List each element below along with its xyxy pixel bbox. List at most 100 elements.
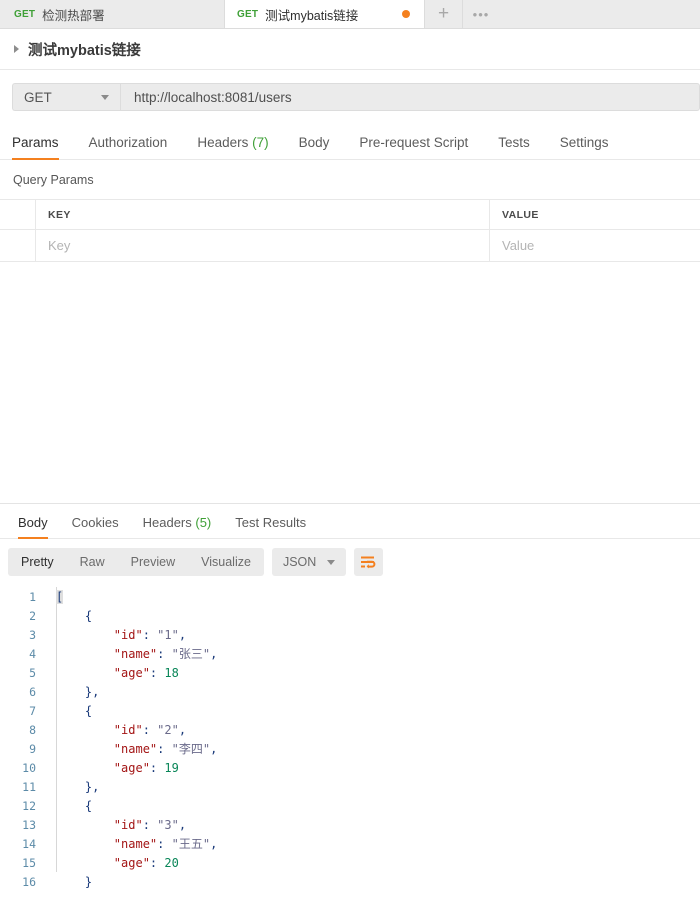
tab-label: Body: [298, 135, 330, 150]
line-number: 16: [22, 874, 36, 889]
code-line: 14 "name": "王五",: [0, 834, 700, 853]
request-tab-0[interactable]: GET 检测热部署: [0, 0, 225, 28]
response-tab-headers[interactable]: Headers (5): [143, 515, 212, 538]
line-number: 4: [29, 646, 36, 661]
tab-title: 测试mybatis链接: [265, 8, 359, 23]
view-mode-label: Pretty: [21, 555, 54, 569]
line-number: 3: [29, 627, 36, 642]
response-tab-cookies[interactable]: Cookies: [72, 515, 119, 538]
tab-headers[interactable]: Headers (7): [197, 135, 282, 159]
tab-body[interactable]: Body: [299, 135, 344, 159]
ellipsis-icon: •••: [472, 6, 490, 22]
response-body-code[interactable]: 1[2 {3 "id": "1", 4 "name": "张三", 5 "age":…: [0, 585, 700, 897]
row-checkbox-cell[interactable]: [0, 230, 36, 261]
tab-params[interactable]: Params: [12, 135, 73, 160]
code-text: "age": 19: [113, 760, 179, 775]
param-key-input[interactable]: Key: [48, 238, 70, 253]
code-line: 9 "name": "李四",: [0, 739, 700, 758]
tab-tests[interactable]: Tests: [498, 135, 544, 159]
code-text: "name": "王五",: [113, 837, 218, 851]
response-tab-body[interactable]: Body: [18, 515, 48, 539]
format-label: JSON: [282, 555, 317, 569]
line-number: 14: [22, 836, 36, 851]
response-tab-test-results[interactable]: Test Results: [235, 515, 306, 538]
unsaved-changes-dot-icon: [402, 10, 410, 18]
tab-authorization[interactable]: Authorization: [89, 135, 182, 159]
code-text: "id": "3",: [113, 817, 187, 832]
tab-method-label: GET: [237, 8, 259, 20]
request-body-empty-area: [0, 262, 700, 503]
line-number: 2: [29, 608, 36, 623]
code-line: 16 }: [0, 872, 700, 891]
code-line: 6 },: [0, 682, 700, 701]
tab-label: Params: [12, 135, 59, 150]
tab-settings[interactable]: Settings: [560, 135, 623, 159]
code-line: 11 },: [0, 777, 700, 796]
code-text: "id": "1",: [113, 627, 187, 642]
line-number: 12: [22, 798, 36, 813]
table-row: Key Value: [0, 230, 700, 262]
postman-window: GET 检测热部署 GET 测试mybatis链接 + ••• 测试mybati…: [0, 0, 700, 897]
request-section-tabs: Params Authorization Headers (7) Body Pr…: [0, 124, 700, 160]
request-tab-strip: GET 检测热部署 GET 测试mybatis链接 + •••: [0, 0, 700, 29]
tab-label: Tests: [498, 135, 530, 150]
new-tab-button[interactable]: +: [425, 0, 463, 28]
word-wrap-toggle-button[interactable]: [354, 548, 384, 576]
line-number: 7: [29, 703, 36, 718]
code-line: 8 "id": "2",: [0, 720, 700, 739]
column-header-value: VALUE: [502, 208, 539, 221]
code-text: "name": "张三",: [113, 647, 218, 661]
response-format-selector[interactable]: JSON: [271, 548, 347, 576]
tab-label: Cookies: [71, 515, 119, 530]
code-text: "age": 20: [113, 855, 179, 870]
line-number: 1: [29, 589, 36, 604]
code-line: 12 {: [0, 796, 700, 815]
code-line: 7 {: [0, 701, 700, 720]
tab-options-button[interactable]: •••: [463, 0, 499, 28]
view-mode-visualize[interactable]: Visualize: [188, 548, 264, 576]
method-selector[interactable]: GET: [12, 83, 120, 111]
line-number: 13: [22, 817, 36, 832]
response-view-toolbar: Pretty Raw Preview Visualize JSON: [0, 539, 700, 585]
code-text: "id": "2",: [113, 722, 187, 737]
code-line: 4 "name": "张三",: [0, 644, 700, 663]
code-line: 13 "id": "3",: [0, 815, 700, 834]
code-text: {: [84, 798, 93, 813]
line-number: 15: [22, 855, 36, 870]
code-text: "name": "李四",: [113, 742, 218, 756]
line-number: 10: [22, 760, 36, 775]
request-tab-1[interactable]: GET 测试mybatis链接: [225, 0, 425, 28]
breadcrumb: 测试mybatis链接: [0, 29, 700, 70]
code-line: 10 "age": 19: [0, 758, 700, 777]
param-value-input[interactable]: Value: [502, 238, 534, 253]
url-input[interactable]: http://localhost:8081/users: [120, 83, 700, 111]
view-mode-label: Visualize: [201, 555, 251, 569]
code-text: }: [84, 874, 93, 889]
headers-count-badge: (7): [252, 135, 269, 150]
tab-label: Body: [18, 515, 48, 530]
view-mode-raw[interactable]: Raw: [67, 548, 118, 576]
tab-label: Authorization: [88, 135, 168, 150]
line-number: 5: [29, 665, 36, 680]
code-line: 3 "id": "1",: [0, 625, 700, 644]
method-label: GET: [24, 89, 52, 105]
line-number: 9: [29, 741, 36, 756]
tab-label: Headers: [142, 515, 192, 530]
code-line: 1[: [0, 587, 700, 606]
request-url-bar: GET http://localhost:8081/users: [0, 70, 700, 124]
code-line: 5 "age": 18: [0, 663, 700, 682]
code-text: [: [56, 589, 64, 604]
tab-label: Pre-request Script: [359, 135, 469, 150]
view-mode-label: Raw: [79, 555, 105, 569]
view-mode-pretty[interactable]: Pretty: [8, 548, 67, 576]
line-number: 11: [22, 779, 36, 794]
code-text: "age": 18: [113, 665, 179, 680]
chevron-down-icon: [101, 94, 109, 100]
view-mode-preview[interactable]: Preview: [118, 548, 188, 576]
select-all-checkbox-cell[interactable]: [0, 200, 36, 229]
triangle-right-icon[interactable]: [14, 45, 19, 53]
code-line: 2 {: [0, 606, 700, 625]
code-text: },: [84, 684, 100, 699]
tab-pre-request-script[interactable]: Pre-request Script: [359, 135, 482, 159]
code-line: 15 "age": 20: [0, 853, 700, 872]
